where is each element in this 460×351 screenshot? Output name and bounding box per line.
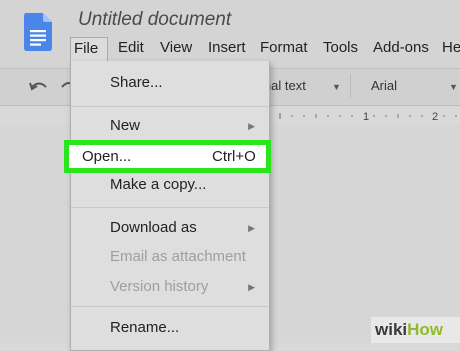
make-copy-label: Make a copy... (110, 176, 207, 193)
email-attachment-label: Email as attachment (110, 248, 246, 265)
ruler-mark-2: 2 (432, 111, 438, 123)
open-shortcut: Ctrl+O (212, 148, 256, 165)
rename-label: Rename... (110, 319, 180, 336)
menu-file[interactable]: File (70, 37, 108, 61)
font-family-select[interactable]: Arial (371, 78, 397, 93)
file-menu-dropdown: Share... New ▶ Make a copy... Download a… (70, 61, 270, 351)
menu-item-new[interactable]: New ▶ (71, 113, 269, 139)
menu-item-share[interactable]: Share... (71, 70, 269, 96)
google-docs-icon[interactable] (24, 13, 52, 51)
menu-item-rename[interactable]: Rename... (71, 315, 269, 341)
version-history-label: Version history (110, 278, 209, 295)
menu-item-version-history: Version history ▶ (71, 274, 269, 300)
menu-help[interactable]: He (442, 37, 460, 61)
font-dropdown-arrow-icon[interactable]: ▼ (449, 82, 458, 92)
undo-icon[interactable] (28, 78, 50, 96)
open-label: Open... (82, 148, 132, 165)
toolbar-divider (350, 74, 351, 98)
menu-view[interactable]: View (160, 37, 192, 61)
menu-insert[interactable]: Insert (208, 37, 246, 61)
ruler[interactable]: 1 2 (270, 107, 460, 125)
menu-item-make-copy[interactable]: Make a copy... (71, 172, 269, 198)
watermark-wiki: wiki (375, 320, 408, 339)
menu-format[interactable]: Format (260, 37, 308, 61)
download-as-label: Download as (110, 219, 197, 236)
menu-addons[interactable]: Add-ons (373, 37, 429, 61)
wikihow-watermark: wikiHow (371, 317, 460, 343)
watermark-how: How (407, 320, 444, 339)
menu-tools[interactable]: Tools (323, 37, 358, 61)
submenu-arrow-icon: ▶ (248, 282, 255, 292)
style-dropdown-arrow-icon[interactable]: ▼ (332, 82, 341, 92)
ruler-mark-1: 1 (363, 111, 369, 123)
share-label: Share... (110, 74, 163, 91)
menu-divider (71, 106, 269, 107)
menu-divider (71, 207, 269, 208)
document-title[interactable]: Untitled document (78, 9, 231, 31)
menu-item-open[interactable]: Open... Ctrl+O (64, 140, 271, 173)
submenu-arrow-icon: ▶ (248, 223, 255, 233)
menu-divider (71, 306, 269, 307)
menu-item-email-attachment: Email as attachment (71, 244, 269, 270)
menu-edit[interactable]: Edit (118, 37, 144, 61)
new-label: New (110, 117, 141, 134)
submenu-arrow-icon: ▶ (248, 121, 255, 131)
menu-item-download-as[interactable]: Download as ▶ (71, 215, 269, 241)
